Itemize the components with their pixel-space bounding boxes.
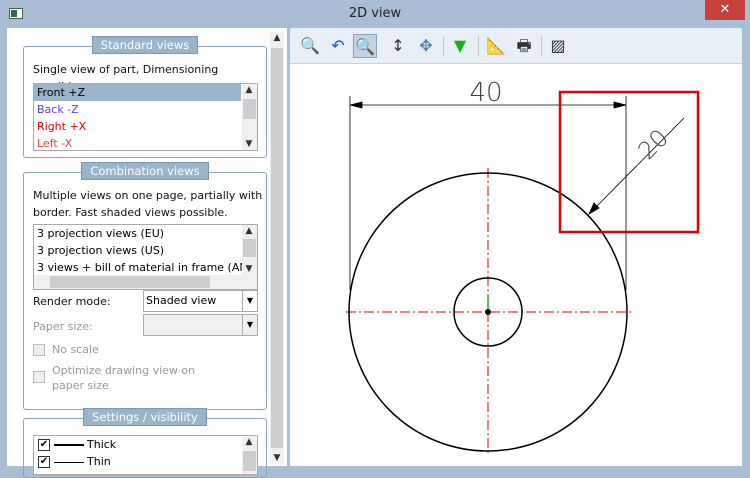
radius-leader (588, 117, 685, 215)
dimension-40: 40 (469, 78, 502, 108)
drawing-canvas: 40 20 (346, 78, 700, 456)
highlight-box (558, 90, 700, 234)
dimension-20: 20 (633, 124, 674, 165)
